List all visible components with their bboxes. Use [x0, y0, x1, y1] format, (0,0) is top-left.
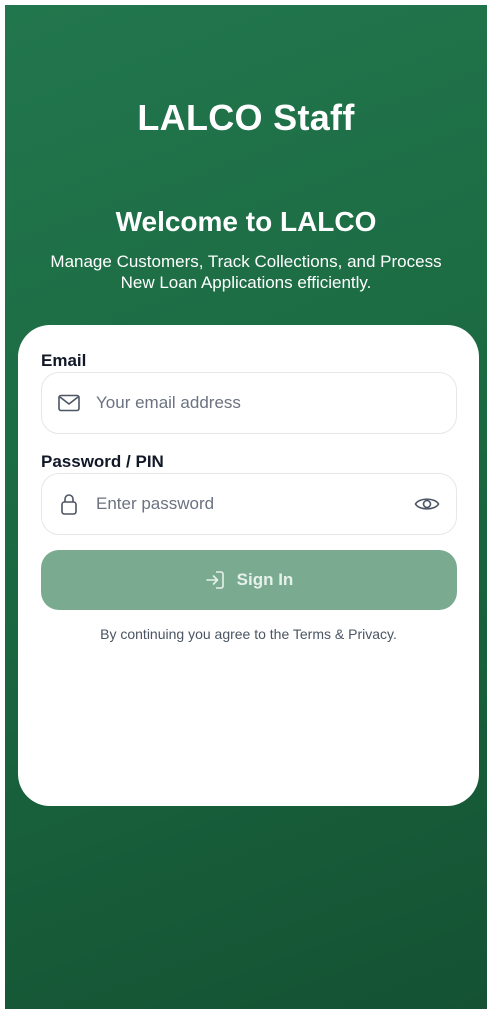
email-field-container[interactable]	[41, 372, 457, 434]
password-label: Password / PIN	[41, 452, 164, 471]
password-input[interactable]	[96, 474, 413, 534]
sign-in-label: Sign In	[236, 570, 294, 589]
login-card: Email Password / PIN	[18, 325, 479, 806]
email-label: Email	[41, 351, 87, 370]
app-title: LALCO Staff	[137, 97, 355, 138]
sign-in-button[interactable]: Sign In	[41, 550, 457, 610]
lock-icon	[58, 493, 80, 515]
eye-icon[interactable]	[413, 490, 441, 518]
login-screen: LALCO Staff Welcome to LALCO Manage Cust…	[5, 5, 487, 1009]
email-input[interactable]	[96, 373, 456, 433]
password-field-container[interactable]	[41, 473, 457, 535]
welcome-subtitle: Manage Customers, Track Collections, and…	[50, 252, 442, 292]
welcome-title: Welcome to LALCO	[115, 206, 377, 237]
terms-text: By continuing you agree to the Terms & P…	[100, 626, 397, 642]
sign-in-icon	[205, 570, 225, 590]
mail-icon	[58, 392, 80, 414]
